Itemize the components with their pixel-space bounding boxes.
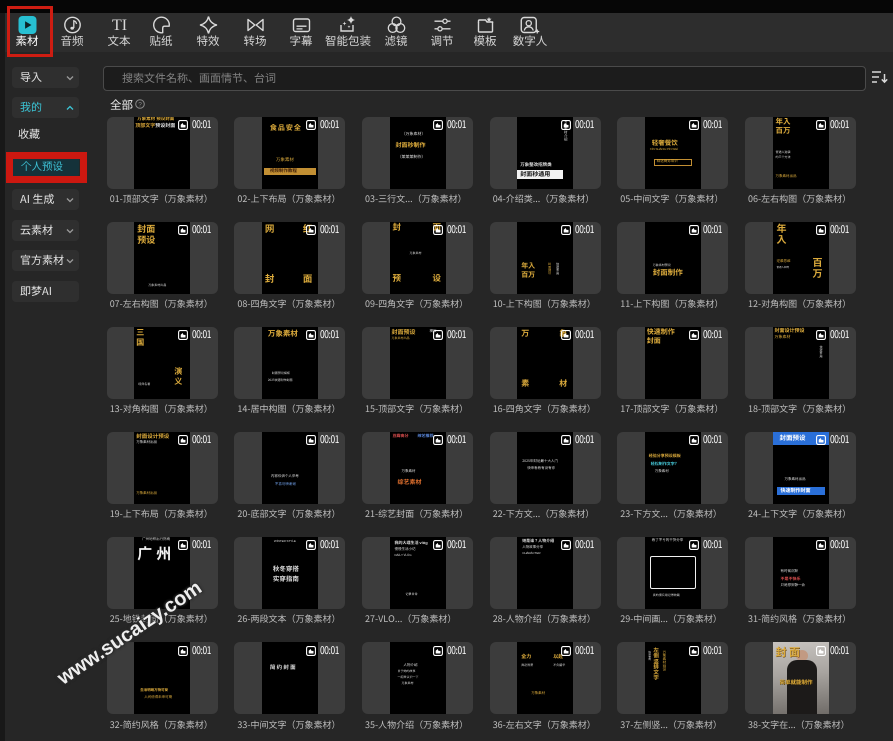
svg-text:TI: TI: [111, 17, 126, 34]
svg-text:?: ?: [138, 101, 142, 108]
